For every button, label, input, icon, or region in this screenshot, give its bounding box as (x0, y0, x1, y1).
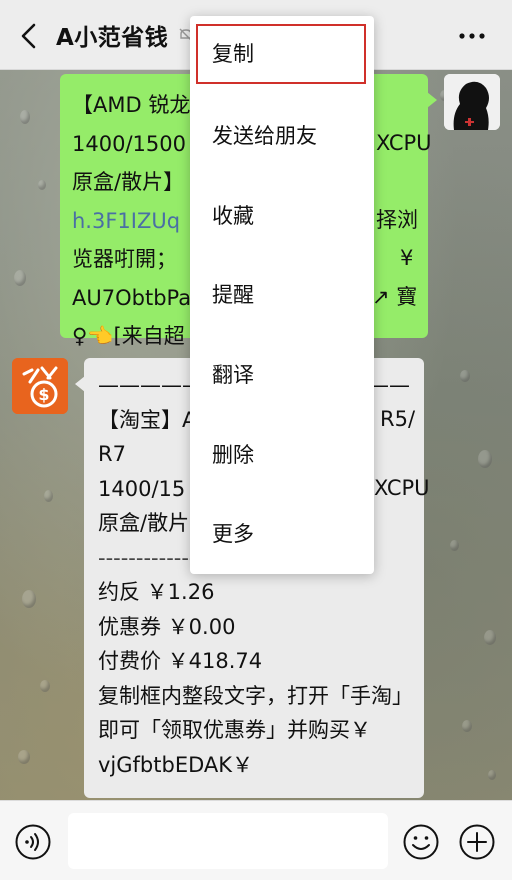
voice-icon[interactable] (14, 823, 52, 861)
message-fragment: —— (368, 373, 410, 397)
menu-item-more[interactable]: 更多 (190, 504, 374, 564)
input-bar (0, 800, 512, 880)
message-line: 付费价 ￥418.74 (98, 649, 263, 673)
message-input[interactable] (68, 813, 388, 869)
menu-item-copy[interactable]: 复制 (196, 24, 366, 84)
more-dots-icon[interactable] (456, 26, 488, 46)
menu-item-delete[interactable]: 删除 (190, 425, 374, 485)
message-fragment: 择浏 (376, 208, 418, 232)
message-fragment: ¥ (400, 246, 414, 270)
message-line: 即可「领取优惠券」并购买￥ (98, 718, 371, 742)
message-line: vjGfbtbEDAK￥ (98, 752, 254, 777)
menu-item-forward[interactable]: 发送给朋友 (190, 106, 374, 166)
chat-title: A小范省钱 (56, 25, 169, 51)
message-fragment: R5/ (380, 407, 416, 431)
sender-avatar[interactable] (444, 74, 500, 130)
message-line: 复制框内整段文字，打开「手淘」 (98, 683, 410, 708)
bot-avatar[interactable]: $ (12, 358, 68, 414)
message-fragment: XCPU (374, 476, 430, 500)
message-fragment: XCPU (376, 131, 432, 155)
svg-text:$: $ (38, 385, 49, 404)
chevron-left-icon[interactable] (16, 22, 42, 50)
menu-item-remind[interactable]: 提醒 (190, 265, 374, 325)
menu-item-favorite[interactable]: 收藏 (190, 186, 374, 246)
menu-item-translate[interactable]: 翻译 (190, 345, 374, 405)
message-line: 约反 ￥1.26 (98, 580, 215, 604)
emoji-icon[interactable] (402, 823, 440, 861)
silhouette-avatar-icon (444, 74, 500, 130)
money-bag-icon: $ (12, 358, 68, 414)
message-line: 优惠券 ￥0.00 (98, 614, 236, 639)
message-context-menu: 复制 发送给朋友 收藏 提醒 翻译 删除 更多 (190, 16, 374, 574)
plus-icon[interactable] (458, 823, 496, 861)
message-fragment: ↗ 寶 (372, 285, 418, 309)
